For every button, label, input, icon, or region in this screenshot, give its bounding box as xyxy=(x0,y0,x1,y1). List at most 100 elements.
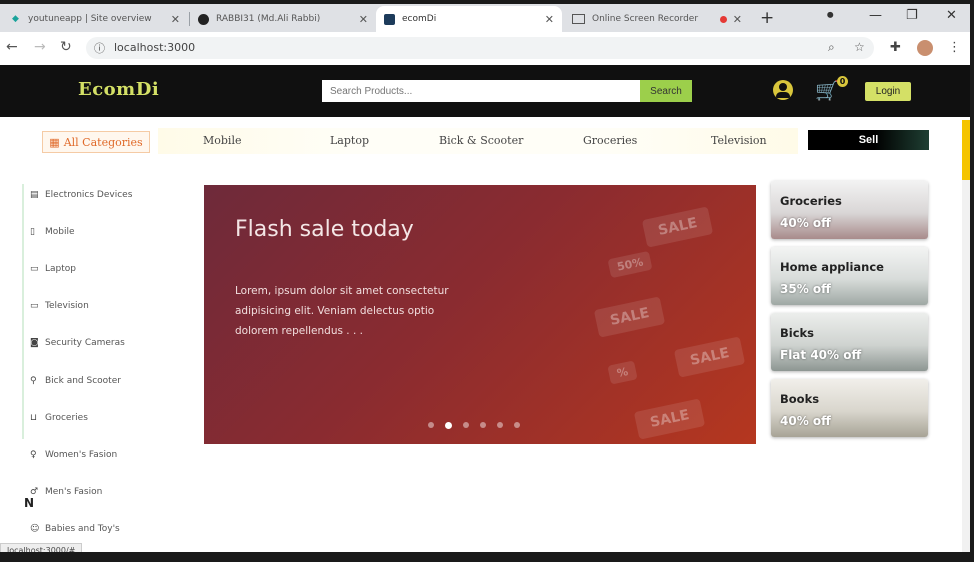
minimize-icon[interactable]: — xyxy=(869,8,882,23)
promo-title: Home appliance xyxy=(780,260,884,274)
carousel-dot[interactable] xyxy=(514,422,520,428)
browser-tab-active[interactable]: ecomDi ✕ xyxy=(376,6,562,32)
tab-title: ecomDi xyxy=(402,14,437,24)
sale-tag: SALE xyxy=(641,206,714,248)
sale-tag: 50% xyxy=(607,250,653,279)
close-icon[interactable]: ✕ xyxy=(171,13,180,26)
reload-icon[interactable]: ↻ xyxy=(60,39,72,55)
info-icon[interactable]: ⓘ xyxy=(94,40,105,56)
search-button[interactable]: Search xyxy=(640,80,692,102)
sidebar-item-babies-toys[interactable]: ☺ Babies and Toy's xyxy=(30,524,120,534)
sidebar-item-label: Mobile xyxy=(45,227,75,237)
record-indicator-icon: ⏺ xyxy=(827,8,834,23)
promo-offer: Flat 40% off xyxy=(780,348,862,362)
cart-count-badge: 0 xyxy=(837,76,848,87)
browser-tab[interactable]: ◆ youtuneapp | Site overview ✕ xyxy=(2,6,188,32)
status-bar: localhost:3000/# xyxy=(0,543,83,552)
sidebar-item-label: Television xyxy=(45,301,89,311)
promo-title: Bicks xyxy=(780,326,815,340)
sidebar-item-mens-fashion[interactable]: ♂ Men's Fasion xyxy=(30,487,102,497)
sidebar-item-electronics[interactable]: ▤ Electronics Devices xyxy=(30,190,132,200)
text-cursor-icon: N xyxy=(24,496,35,510)
camera-icon: ◙ xyxy=(30,338,39,348)
sidebar-item-label: Laptop xyxy=(45,264,76,274)
sidebar-item-womens-fashion[interactable]: ♀ Women's Fasion xyxy=(30,450,117,460)
carousel-dot[interactable] xyxy=(428,422,434,428)
tab-strip: ◆ youtuneapp | Site overview ✕ RABBI31 (… xyxy=(0,4,970,32)
carousel-dot-active[interactable] xyxy=(445,421,452,429)
category-links: Mobile Laptop Bick & Scooter Groceries T… xyxy=(158,128,798,154)
restore-icon[interactable]: ❐ xyxy=(906,8,918,23)
site-header: EcomDi Search 🛒 0 Login xyxy=(0,65,970,117)
bookmark-star-icon[interactable]: ☆ xyxy=(854,40,865,54)
sidebar-item-label: Men's Fasion xyxy=(45,487,103,497)
record-icon xyxy=(719,15,727,23)
sidebar-item-groceries[interactable]: ⊔ Groceries xyxy=(30,413,88,423)
sidebar-item-mobile[interactable]: ▯ Mobile xyxy=(30,227,75,237)
menu-dots-icon[interactable]: ⋮ xyxy=(948,40,961,55)
sidebar-item-laptop[interactable]: ▭ Laptop xyxy=(30,264,76,274)
hero-banner[interactable]: SALE SALE SALE SALE 50% % Flash sale tod… xyxy=(204,185,756,444)
category-link-laptop[interactable]: Laptop xyxy=(330,134,369,147)
promo-card-bicks[interactable]: Bicks Flat 40% off xyxy=(771,313,928,371)
promo-title: Books xyxy=(780,392,820,406)
carousel-dot[interactable] xyxy=(463,422,469,428)
back-icon[interactable]: ← xyxy=(6,39,18,55)
category-link-mobile[interactable]: Mobile xyxy=(203,134,241,147)
new-tab-icon[interactable]: + xyxy=(760,8,774,28)
scrollbar-thumb[interactable] xyxy=(962,120,970,180)
browser-tab[interactable]: Online Screen Recorder ✕ xyxy=(564,6,750,32)
all-categories-label: All Categories xyxy=(63,135,143,149)
sell-button[interactable]: Sell xyxy=(808,130,929,150)
extension-icon[interactable]: ✚ xyxy=(890,40,901,55)
sidebar-item-label: Women's Fasion xyxy=(45,450,118,460)
devices-icon: ▤ xyxy=(30,190,39,200)
user-account-icon[interactable] xyxy=(773,80,793,100)
sidebar-item-label: Security Cameras xyxy=(45,338,125,348)
carousel-dot[interactable] xyxy=(480,422,486,428)
sidebar-item-bick-scooter[interactable]: ⚲ Bick and Scooter xyxy=(30,376,121,386)
zoom-icon[interactable]: ⌕ xyxy=(828,40,835,55)
browser-tab[interactable]: RABBI31 (Md.Ali Rabbi) ✕ xyxy=(190,6,376,32)
browser-toolbar: ← → ↻ ⓘ localhost:3000 ⌕ ☆ ✚ ⋮ xyxy=(0,32,970,66)
page-icon xyxy=(384,13,395,25)
sidebar-item-label: Bick and Scooter xyxy=(45,376,121,386)
all-categories-button[interactable]: ▦ All Categories xyxy=(42,131,150,153)
category-link-television[interactable]: Television xyxy=(711,134,767,147)
close-icon[interactable]: ✕ xyxy=(733,13,742,26)
profile-avatar[interactable] xyxy=(917,40,933,56)
site-logo[interactable]: EcomDi xyxy=(78,79,159,100)
dress-icon: ♀ xyxy=(30,450,37,460)
close-window-icon[interactable]: ✕ xyxy=(946,8,957,23)
promo-card-books[interactable]: Books 40% off xyxy=(771,379,928,437)
promo-card-groceries[interactable]: Groceries 40% off xyxy=(771,181,928,239)
tab-title: Online Screen Recorder xyxy=(592,14,699,24)
mobile-icon: ▯ xyxy=(30,227,35,237)
promo-card-home-appliance[interactable]: Home appliance 35% off xyxy=(771,247,928,305)
sidebar-item-television[interactable]: ▭ Television xyxy=(30,301,89,311)
carousel-dot[interactable] xyxy=(497,422,503,428)
forward-icon[interactable]: → xyxy=(34,39,46,55)
promo-offer: 40% off xyxy=(780,216,831,230)
monitor-icon xyxy=(572,14,585,24)
laptop-icon: ▭ xyxy=(30,264,39,274)
television-icon: ▭ xyxy=(30,301,39,311)
sidebar-item-security-cameras[interactable]: ◙ Security Cameras xyxy=(30,338,125,348)
tab-title: youtuneapp | Site overview xyxy=(28,14,152,24)
category-sidebar xyxy=(22,184,184,439)
search-input[interactable] xyxy=(322,80,640,102)
address-bar[interactable]: ⓘ localhost:3000 ⌕ ☆ xyxy=(86,37,874,59)
close-icon[interactable]: ✕ xyxy=(359,13,368,26)
category-link-groceries[interactable]: Groceries xyxy=(583,134,637,147)
close-icon[interactable]: ✕ xyxy=(545,13,554,26)
grid-icon: ▦ xyxy=(49,135,60,149)
banner-title: Flash sale today xyxy=(235,217,414,242)
cart-icon[interactable]: 🛒 xyxy=(815,79,839,102)
scrollbar-track[interactable] xyxy=(962,180,970,552)
diamond-icon: ◆ xyxy=(12,14,19,24)
promo-offer: 40% off xyxy=(780,414,831,428)
login-button[interactable]: Login xyxy=(865,82,911,101)
category-link-bick-scooter[interactable]: Bick & Scooter xyxy=(439,134,523,147)
sale-tag: % xyxy=(607,360,638,385)
baby-icon: ☺ xyxy=(30,524,40,534)
